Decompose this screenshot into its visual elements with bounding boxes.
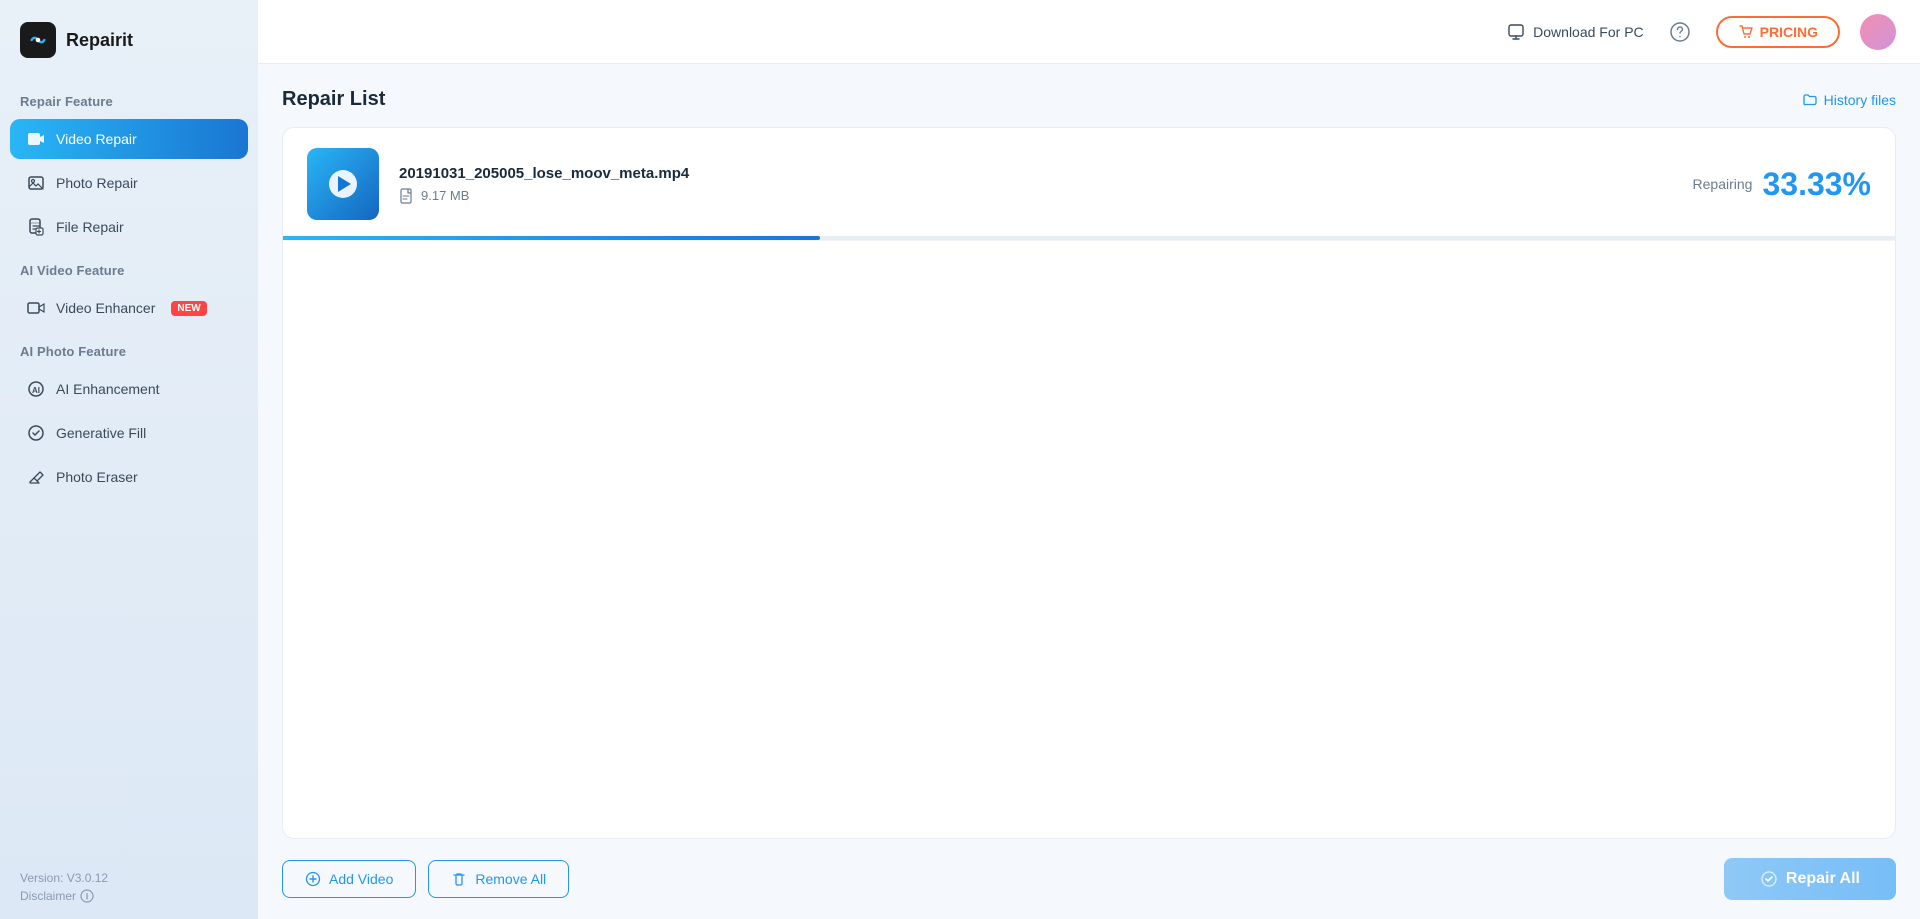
ai-photo-feature-section: AI Photo Feature — [0, 330, 258, 367]
user-avatar[interactable] — [1860, 14, 1896, 50]
content-area: Repair List History files 20191031_20500… — [258, 64, 1920, 919]
photo-eraser-label: Photo Eraser — [56, 469, 138, 485]
repair-all-label: Repair All — [1786, 870, 1860, 888]
file-name: 20191031_205005_lose_moov_meta.mp4 — [399, 165, 1693, 182]
disclaimer-link[interactable]: Disclaimer — [20, 889, 238, 903]
sidebar-item-video-repair[interactable]: Video Repair — [10, 119, 248, 159]
generative-fill-label: Generative Fill — [56, 425, 146, 441]
pricing-label: PRICING — [1760, 24, 1818, 40]
ai-video-feature-section: AI Video Feature — [0, 249, 258, 286]
history-files-button[interactable]: History files — [1802, 92, 1896, 108]
new-badge: NEW — [171, 301, 206, 316]
sidebar-item-video-enhancer[interactable]: Video Enhancer NEW — [10, 288, 248, 328]
ai-enhancement-label: AI Enhancement — [56, 381, 160, 397]
generative-fill-icon — [26, 423, 46, 443]
photo-repair-icon — [26, 173, 46, 193]
video-repair-label: Video Repair — [56, 131, 137, 147]
page-title: Repair List — [282, 88, 385, 111]
remove-all-label: Remove All — [475, 871, 546, 887]
repair-icon — [1760, 870, 1778, 888]
cart-icon — [1738, 24, 1754, 40]
file-repair-label: File Repair — [56, 219, 124, 235]
video-enhancer-icon — [26, 298, 46, 318]
sidebar-item-photo-repair[interactable]: Photo Repair — [10, 163, 248, 203]
header: Download For PC PRICING — [258, 0, 1920, 64]
progress-bar-fill — [283, 236, 820, 240]
app-logo: Repairit — [0, 0, 258, 80]
repair-all-button[interactable]: Repair All — [1724, 858, 1896, 900]
repair-feature-section: Repair Feature — [0, 80, 258, 117]
download-label: Download For PC — [1533, 24, 1644, 40]
sidebar-item-file-repair[interactable]: File Repair — [10, 207, 248, 247]
main-content: Download For PC PRICING Repair List — [258, 0, 1920, 919]
logo-icon — [20, 22, 56, 58]
app-name: Repairit — [66, 30, 133, 51]
monitor-icon — [1507, 23, 1525, 41]
video-thumbnail — [307, 148, 379, 220]
play-triangle — [338, 176, 351, 192]
file-size: 9.17 MB — [421, 188, 469, 203]
help-icon[interactable] — [1664, 16, 1696, 48]
bottom-bar: Add Video Remove All Repair All — [282, 839, 1896, 919]
sidebar-item-ai-enhancement[interactable]: AI AI Enhancement — [10, 369, 248, 409]
file-repair-icon — [26, 217, 46, 237]
pricing-button[interactable]: PRICING — [1716, 16, 1840, 48]
repair-item: 20191031_205005_lose_moov_meta.mp4 9.17 … — [283, 128, 1895, 241]
add-icon — [305, 871, 321, 887]
file-size-row: 9.17 MB — [399, 188, 1693, 204]
play-icon — [329, 170, 357, 198]
info-icon — [80, 889, 94, 903]
progress-bar-container — [283, 236, 1895, 240]
trash-icon — [451, 871, 467, 887]
file-info: 20191031_205005_lose_moov_meta.mp4 9.17 … — [399, 165, 1693, 204]
photo-eraser-icon — [26, 467, 46, 487]
remove-all-button[interactable]: Remove All — [428, 860, 569, 898]
history-files-label: History files — [1824, 92, 1896, 108]
content-header: Repair List History files — [282, 88, 1896, 111]
video-repair-icon — [26, 129, 46, 149]
svg-text:AI: AI — [32, 386, 40, 395]
repair-status: Repairing 33.33% — [1693, 166, 1871, 203]
download-for-pc[interactable]: Download For PC — [1507, 23, 1644, 41]
video-enhancer-label: Video Enhancer — [56, 300, 155, 316]
sidebar: Repairit Repair Feature Video Repair Pho… — [0, 0, 258, 919]
add-video-button[interactable]: Add Video — [282, 860, 416, 898]
photo-repair-label: Photo Repair — [56, 175, 138, 191]
disclaimer-text: Disclaimer — [20, 889, 76, 903]
sidebar-footer: Version: V3.0.12 Disclaimer — [0, 855, 258, 919]
repair-percent: 33.33% — [1762, 166, 1871, 203]
folder-icon — [1802, 92, 1818, 108]
version-label: Version: V3.0.12 — [20, 871, 238, 885]
repairing-label: Repairing — [1693, 176, 1753, 192]
sidebar-item-photo-eraser[interactable]: Photo Eraser — [10, 457, 248, 497]
ai-enhancement-icon: AI — [26, 379, 46, 399]
add-video-label: Add Video — [329, 871, 393, 887]
sidebar-item-generative-fill[interactable]: Generative Fill — [10, 413, 248, 453]
repair-list: 20191031_205005_lose_moov_meta.mp4 9.17 … — [282, 127, 1896, 839]
file-size-icon — [399, 188, 415, 204]
